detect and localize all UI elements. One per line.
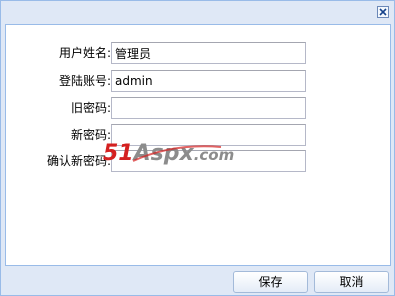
form-row-confirm-password: 确认新密码:: [6, 150, 390, 172]
old-password-input[interactable]: [111, 97, 306, 119]
form-row-login-account: 登陆账号:: [6, 70, 390, 92]
login-account-input[interactable]: [111, 70, 306, 92]
close-icon: [379, 8, 387, 16]
old-password-label: 旧密码:: [70, 101, 111, 115]
cancel-button[interactable]: 取消: [314, 271, 389, 293]
form-row-old-password: 旧密码:: [6, 97, 390, 119]
new-password-label: 新密码:: [70, 128, 111, 142]
dialog-titlebar: [1, 1, 394, 24]
form-row-new-password: 新密码:: [6, 124, 390, 146]
form-row-user-name: 用户姓名:: [6, 42, 390, 64]
login-account-label: 登陆账号:: [58, 74, 111, 88]
new-password-input[interactable]: [111, 124, 306, 146]
user-name-input[interactable]: [111, 42, 306, 64]
dialog-body: 用户姓名: 登陆账号: 旧密码: 新密码: 确认新密码: 51Aspx.com: [5, 24, 391, 266]
close-button[interactable]: [377, 6, 389, 18]
confirm-password-input[interactable]: [111, 150, 306, 172]
user-name-label: 用户姓名:: [58, 46, 111, 60]
confirm-password-label: 确认新密码:: [46, 154, 111, 168]
change-password-dialog: 用户姓名: 登陆账号: 旧密码: 新密码: 确认新密码: 51Aspx.com …: [0, 0, 395, 296]
save-button[interactable]: 保存: [233, 271, 308, 293]
dialog-footer: 保存 取消: [1, 267, 394, 295]
